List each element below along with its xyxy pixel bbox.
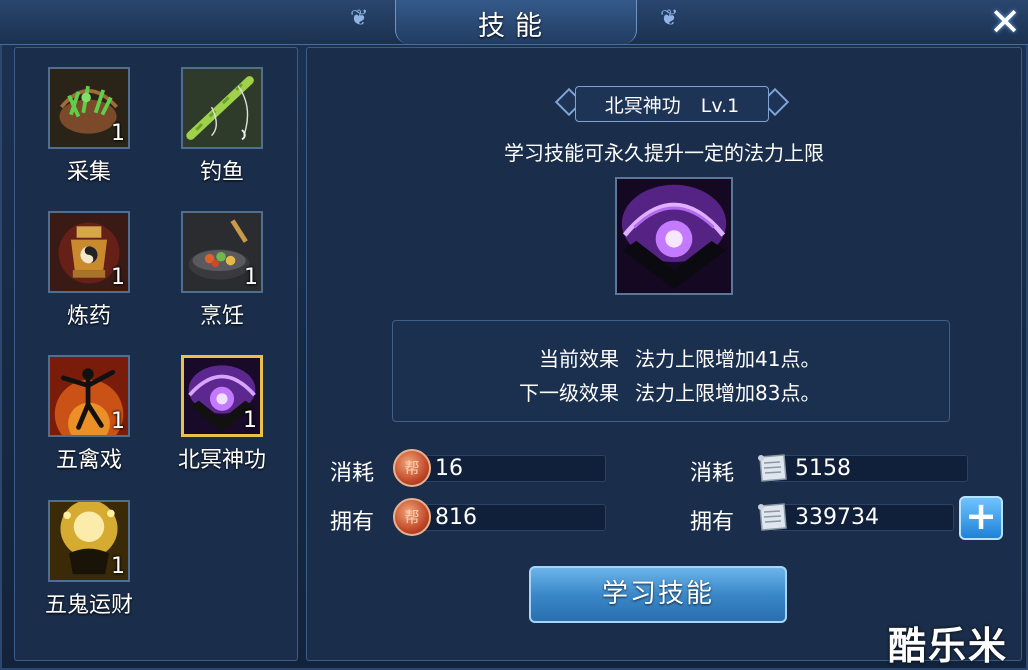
skill-item-wuqinxi[interactable]: 1 五禽戏 (16, 336, 156, 476)
guild-coin-icon: 帮 (393, 449, 431, 487)
scroll-cost-label: 消耗 (690, 461, 735, 486)
skill-name: 烹饪 (199, 304, 244, 329)
skill-name: 采集 (66, 160, 111, 185)
current-effect-label: 当前效果 (539, 347, 619, 371)
martial-figure-icon: 1 (48, 355, 130, 437)
coin-own-label: 拥有 (330, 510, 375, 535)
title-ornament-right-icon: ❦ (660, 6, 679, 31)
next-effect-value: 法力上限增加83点。 (635, 381, 821, 405)
scroll-icon (754, 498, 792, 536)
skill-count: 1 (111, 554, 125, 579)
skill-count: 1 (243, 408, 257, 433)
skill-count: 1 (111, 121, 125, 146)
skill-count: 1 (244, 265, 258, 290)
gold-pot-icon: 1 (48, 500, 130, 582)
close-button[interactable]: ✕ (985, 2, 1025, 42)
current-effect-value: 法力上限增加41点。 (635, 347, 821, 371)
skill-name: 五禽戏 (55, 448, 122, 473)
skill-item-wuguiyuncai[interactable]: 1 五鬼运财 (16, 481, 156, 621)
selected-skill-purple-orb-icon (615, 177, 733, 295)
coin-own-bar: 816 (412, 504, 606, 531)
selected-skill-name: 北冥神功 (604, 95, 681, 117)
coin-cost-value: 16 (435, 456, 463, 481)
skill-item-gathering[interactable]: 1 采集 (16, 48, 156, 188)
skill-name: 炼药 (66, 304, 111, 329)
effect-box: 当前效果 法力上限增加41点。 下一级效果 法力上限增加83点。 (392, 320, 950, 422)
herb-basket-icon: 1 (48, 67, 130, 149)
skill-count: 1 (111, 409, 125, 434)
learn-skill-button[interactable]: 学习技能 (529, 566, 787, 623)
scroll-own-bar: 339734 (772, 504, 954, 531)
skill-name: 钓鱼 (199, 160, 244, 185)
skill-title-plate: 北冥神功 Lv.1 (553, 84, 791, 124)
title-ornament-left-icon: ❦ (350, 6, 369, 31)
coin-cost-label: 消耗 (330, 461, 375, 486)
watermark-logo: 酷乐米 (888, 624, 1009, 668)
scroll-own-label: 拥有 (690, 510, 735, 535)
next-effect-label: 下一级效果 (519, 381, 619, 405)
window-title: 技能 (478, 11, 552, 42)
coin-own-value: 816 (435, 505, 477, 530)
skill-description: 学习技能可永久提升一定的法力上限 (504, 141, 824, 165)
scroll-own-value: 339734 (795, 505, 879, 530)
scroll-cost-bar: 5158 (772, 455, 968, 482)
scroll-cost-value: 5158 (795, 456, 851, 481)
scroll-icon (754, 449, 792, 487)
skill-title: 北冥神功 Lv.1 (575, 91, 769, 118)
skill-item-fishing[interactable]: 钓鱼 (149, 48, 289, 188)
fishing-rod-icon (181, 67, 263, 149)
skill-item-alchemy[interactable]: 1 炼药 (16, 192, 156, 332)
skill-name: 北冥神功 (177, 448, 266, 473)
alchemy-furnace-icon: 1 (48, 211, 130, 293)
skill-item-beiming[interactable]: 1 北冥神功 (149, 336, 289, 476)
title-bar: ❦ ❦ 技能 (0, 0, 1028, 45)
purple-orb-icon: 1 (181, 355, 263, 437)
coin-cost-bar: 16 (412, 455, 606, 482)
guild-coin-icon: 帮 (393, 498, 431, 536)
skill-name: 五鬼运财 (44, 593, 133, 618)
add-scroll-button[interactable]: + (959, 496, 1003, 540)
wok-icon: 1 (181, 211, 263, 293)
skill-item-cooking[interactable]: 1 烹饪 (149, 192, 289, 332)
skill-level: Lv.1 (700, 95, 740, 117)
skill-count: 1 (111, 265, 125, 290)
